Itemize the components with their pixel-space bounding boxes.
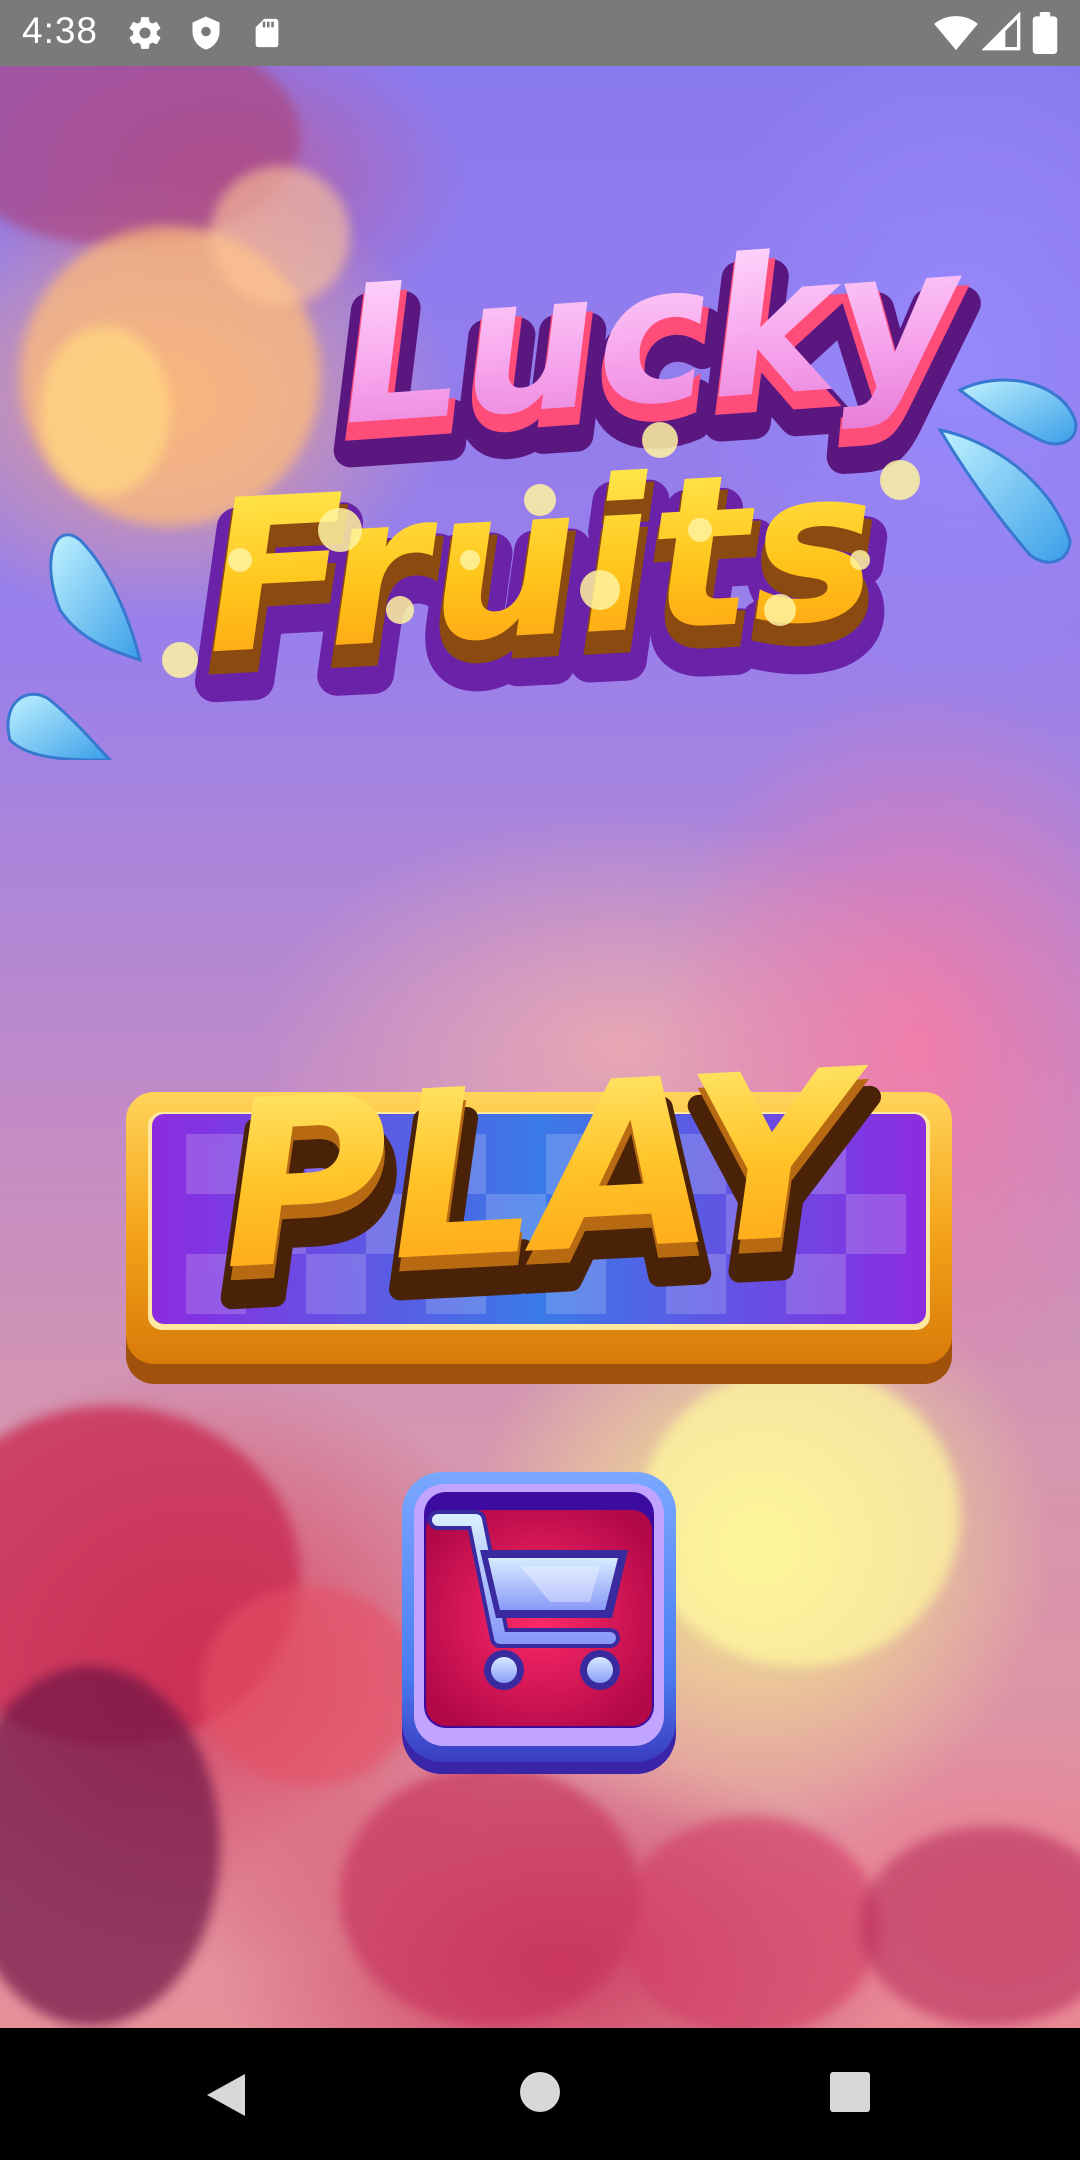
gear-icon [126, 14, 164, 56]
signal-icon [981, 11, 1022, 56]
back-icon[interactable] [203, 2070, 253, 2120]
wifi-icon [934, 12, 978, 56]
status-bar: 4:38 [0, 0, 1080, 66]
background-blob [860, 1826, 1080, 2026]
title-line2: Fruits [199, 422, 882, 702]
recents-icon[interactable] [828, 2070, 878, 2120]
sd-card-icon [250, 14, 284, 56]
status-time: 4:38 [22, 10, 99, 51]
screen: 4:38 Lucky Lucky Lucky Fruits Fruits Fru… [0, 0, 1080, 2160]
background-blob [620, 1816, 880, 2028]
game-logo: Lucky Lucky Lucky Fruits Fruits Fruits [0, 140, 1080, 760]
background-blob [640, 1366, 960, 1666]
home-icon[interactable] [518, 2070, 568, 2120]
shield-icon [188, 14, 224, 56]
navigation-bar [0, 2028, 1080, 2160]
battery-icon [1032, 12, 1058, 58]
play-button[interactable]: PLAY PLAY PLAY [126, 1021, 952, 1384]
background-blob [200, 1586, 420, 1786]
shop-button[interactable] [400, 1470, 678, 1774]
background-blob [340, 1766, 640, 2026]
play-label: PLAY [214, 1064, 881, 1321]
